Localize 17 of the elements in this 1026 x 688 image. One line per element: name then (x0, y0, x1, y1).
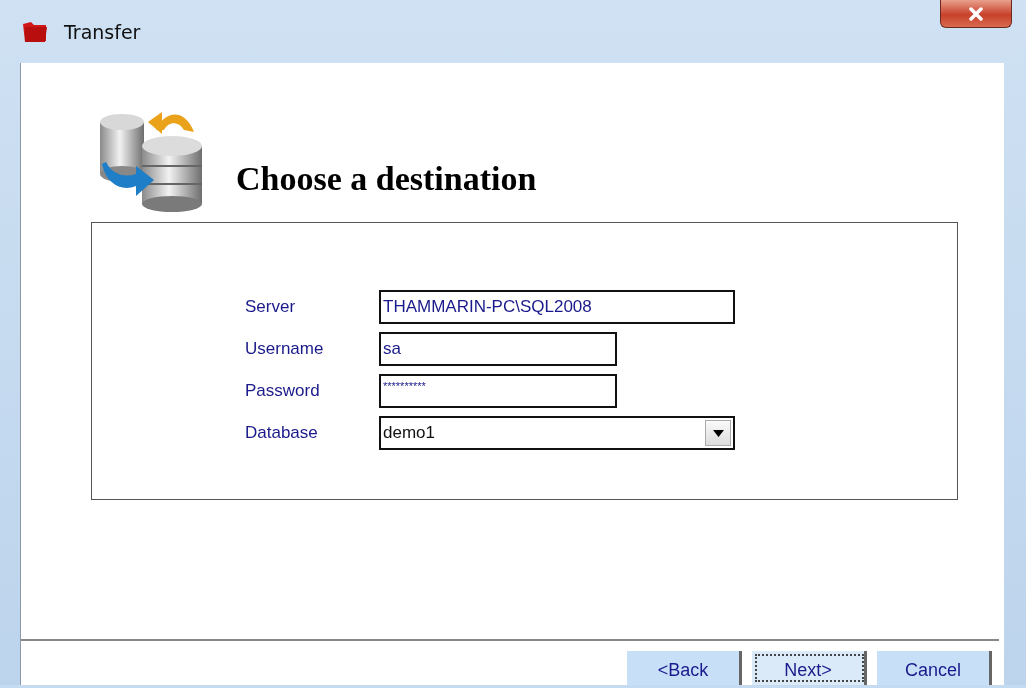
window-title: Transfer (64, 21, 141, 43)
password-field[interactable]: ********** (379, 374, 617, 408)
dropdown-field[interactable]: demo1 (379, 416, 735, 450)
wizard-button[interactable]: Cancel (877, 651, 992, 685)
field-label: Password (245, 381, 321, 401)
field-label: Server (245, 297, 297, 317)
close-button[interactable] (940, 0, 1012, 28)
field-label: Database (245, 423, 319, 443)
close-icon (968, 6, 984, 21)
caret-icon (712, 429, 724, 437)
input-field[interactable]: sa (379, 332, 617, 366)
wizard-button[interactable]: Next> (752, 651, 867, 685)
input-field[interactable]: THAMMARIN-PC\SQL2008 (379, 290, 735, 324)
wizard-button[interactable]: <Back (627, 651, 742, 685)
page-heading: Choose a destination (236, 160, 537, 198)
folder-icon (22, 21, 48, 43)
field-label: Username (245, 339, 325, 359)
